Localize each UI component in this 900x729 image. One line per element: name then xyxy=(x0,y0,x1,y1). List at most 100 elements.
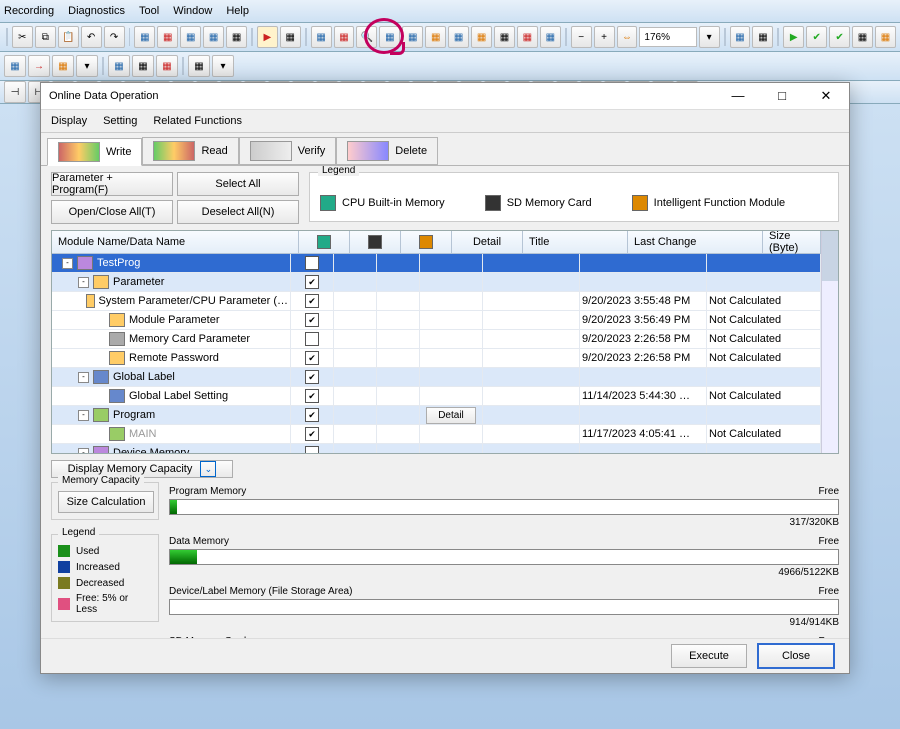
table-row[interactable]: Global Label Setting✔11/14/2023 5:44:30 … xyxy=(52,387,821,406)
tb-icon[interactable]: ▦ xyxy=(4,55,26,77)
undo-icon[interactable]: ↶ xyxy=(81,26,102,48)
col-last-change[interactable]: Last Change xyxy=(628,231,763,253)
close-dialog-button[interactable]: Close xyxy=(757,643,835,669)
tb-icon[interactable]: ▦ xyxy=(180,26,201,48)
menu-window[interactable]: Window xyxy=(173,5,212,17)
checkbox[interactable]: ✔ xyxy=(305,275,319,289)
table-row[interactable]: -Program✔Detail xyxy=(52,406,821,425)
table-row[interactable]: System Parameter/CPU Parameter (…✔9/20/2… xyxy=(52,292,821,311)
checkbox[interactable]: ✔ xyxy=(305,351,319,365)
grid-scrollbar[interactable] xyxy=(821,231,838,453)
tb-icon[interactable]: ▦ xyxy=(379,26,400,48)
col-title[interactable]: Title xyxy=(523,231,628,253)
tab-read[interactable]: Read xyxy=(142,137,238,165)
tb-icon[interactable]: ▦ xyxy=(311,26,332,48)
tb-icon[interactable]: ▦ xyxy=(203,26,224,48)
tb-icon[interactable]: ▦ xyxy=(517,26,538,48)
tb-icon[interactable]: ▦ xyxy=(540,26,561,48)
cut-icon[interactable]: ✂ xyxy=(12,26,33,48)
menu-recording[interactable]: Recording xyxy=(4,5,54,17)
checkbox[interactable]: ✔ xyxy=(305,294,319,308)
col-module-name[interactable]: Module Name/Data Name xyxy=(52,231,299,253)
checkbox[interactable]: ✔ xyxy=(305,427,319,441)
ok-icon[interactable]: ✔ xyxy=(806,26,827,48)
menu-diagnostics[interactable]: Diagnostics xyxy=(68,5,125,17)
table-row[interactable]: -Device Memory xyxy=(52,444,821,453)
tb-icon[interactable]: ▦ xyxy=(280,26,301,48)
tab-delete[interactable]: Delete xyxy=(336,137,438,165)
dropdown-icon[interactable]: ▾ xyxy=(699,26,720,48)
checkbox[interactable]: ✔ xyxy=(305,313,319,327)
checkbox[interactable]: ✔ xyxy=(305,408,319,422)
table-row[interactable]: Memory Card Parameter9/20/2023 2:26:58 P… xyxy=(52,330,821,349)
tb-icon[interactable]: ▦ xyxy=(875,26,896,48)
checkbox[interactable] xyxy=(305,332,319,346)
tb-icon[interactable]: ▦ xyxy=(132,55,154,77)
zoom-combo[interactable]: 176% xyxy=(639,27,696,47)
write-plc-icon[interactable]: ▶ xyxy=(257,26,278,48)
tb-icon[interactable]: ▦ xyxy=(471,26,492,48)
select-all-button[interactable]: Select All xyxy=(177,172,299,196)
execute-button[interactable]: Execute xyxy=(671,644,747,668)
tb-icon[interactable]: ⇔ xyxy=(617,26,638,48)
table-row[interactable]: -Parameter✔ xyxy=(52,273,821,292)
tb-icon[interactable]: ▦ xyxy=(134,26,155,48)
menu-tool[interactable]: Tool xyxy=(139,5,159,17)
table-row[interactable]: MAIN✔11/17/2023 4:05:41 …Not Calculated xyxy=(52,425,821,444)
tb-icon[interactable]: ▦ xyxy=(108,55,130,77)
tb-icon[interactable]: ▦ xyxy=(494,26,515,48)
redo-icon[interactable]: ↷ xyxy=(104,26,125,48)
paste-icon[interactable]: 📋 xyxy=(58,26,79,48)
search-icon[interactable]: 🔍 xyxy=(356,26,377,48)
dmenu-display[interactable]: Display xyxy=(51,115,87,127)
tb-icon[interactable]: ⊣ xyxy=(4,81,26,103)
tb-icon[interactable]: ▾ xyxy=(76,55,98,77)
menu-help[interactable]: Help xyxy=(226,5,249,17)
tree-expander-icon[interactable]: - xyxy=(78,372,89,383)
maximize-button[interactable]: □ xyxy=(767,88,797,104)
table-row[interactable]: -TestProg xyxy=(52,254,821,273)
deselect-all-button[interactable]: Deselect All(N) xyxy=(177,200,299,224)
tb-icon[interactable]: → xyxy=(28,55,50,77)
size-calculation-button[interactable]: Size Calculation xyxy=(58,491,154,513)
ok2-icon[interactable]: ✔ xyxy=(829,26,850,48)
tb-icon[interactable]: ▦ xyxy=(156,55,178,77)
tab-write[interactable]: Write xyxy=(47,138,142,166)
col-sd[interactable] xyxy=(350,231,401,253)
table-row[interactable]: Remote Password✔9/20/2023 2:26:58 PMNot … xyxy=(52,349,821,368)
dmenu-related[interactable]: Related Functions xyxy=(153,115,242,127)
tree-expander-icon[interactable]: - xyxy=(78,448,89,454)
zoom-in-icon[interactable]: + xyxy=(594,26,615,48)
tb-icon[interactable]: ▦ xyxy=(752,26,773,48)
detail-button[interactable]: Detail xyxy=(426,407,476,424)
checkbox[interactable] xyxy=(305,256,319,270)
run-icon[interactable]: ▶ xyxy=(783,26,804,48)
tb-icon[interactable]: ▦ xyxy=(157,26,178,48)
checkbox[interactable]: ✔ xyxy=(305,370,319,384)
param-program-button[interactable]: Parameter + Program(F) xyxy=(51,172,173,196)
tb-icon[interactable]: ▦ xyxy=(852,26,873,48)
table-row[interactable]: -Global Label✔ xyxy=(52,368,821,387)
col-size[interactable]: Size (Byte) xyxy=(763,231,821,253)
copy-icon[interactable]: ⧉ xyxy=(35,26,56,48)
tree-expander-icon[interactable]: - xyxy=(78,410,89,421)
tb-icon[interactable]: ▦ xyxy=(402,26,423,48)
close-button[interactable]: ✕ xyxy=(811,88,841,104)
dmenu-setting[interactable]: Setting xyxy=(103,115,137,127)
tb-icon[interactable]: ▦ xyxy=(730,26,751,48)
checkbox[interactable] xyxy=(305,446,319,453)
tb-icon[interactable]: ▦ xyxy=(226,26,247,48)
tree-expander-icon[interactable]: - xyxy=(62,258,73,269)
col-cpu-mem[interactable] xyxy=(299,231,350,253)
zoom-out-icon[interactable]: − xyxy=(571,26,592,48)
tb-icon[interactable]: ▦ xyxy=(448,26,469,48)
col-detail[interactable]: Detail xyxy=(452,231,523,253)
col-ifm[interactable] xyxy=(401,231,452,253)
tree-expander-icon[interactable]: - xyxy=(78,277,89,288)
tb-icon[interactable]: ▾ xyxy=(212,55,234,77)
tb-icon[interactable]: ▦ xyxy=(334,26,355,48)
tb-icon[interactable]: ▦ xyxy=(52,55,74,77)
table-row[interactable]: Module Parameter✔9/20/2023 3:56:49 PMNot… xyxy=(52,311,821,330)
tb-icon[interactable]: ▦ xyxy=(188,55,210,77)
tb-icon[interactable]: ▦ xyxy=(425,26,446,48)
